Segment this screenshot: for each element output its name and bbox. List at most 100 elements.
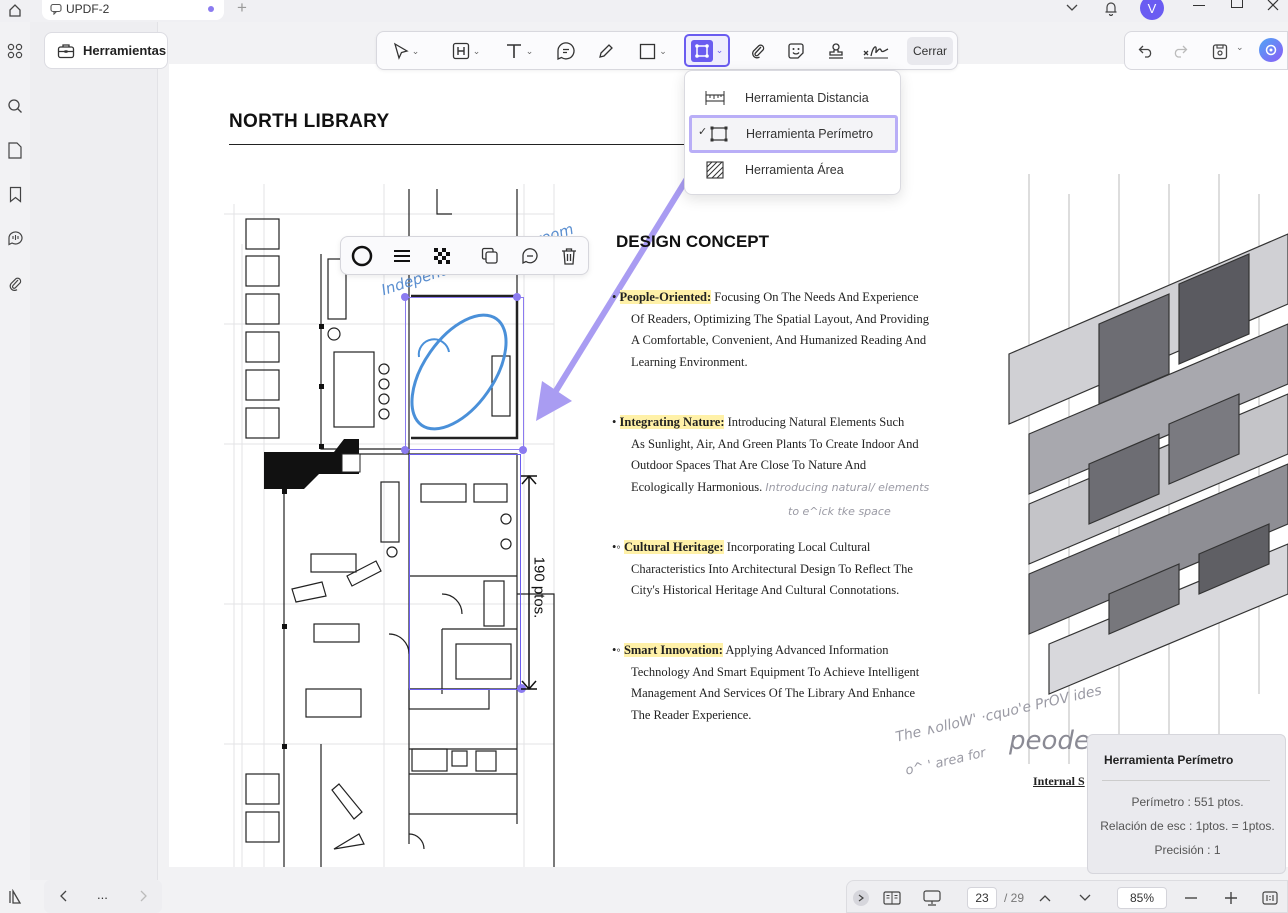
chevron-left-icon[interactable] <box>56 889 70 903</box>
chevron-right-icon[interactable] <box>137 889 151 903</box>
shape-tool[interactable]: ⌄ <box>633 40 673 62</box>
unsaved-dot <box>208 6 214 12</box>
chevron-down-icon[interactable] <box>1064 0 1080 16</box>
scale-value: Relación de esc : 1ptos. = 1ptos. <box>1100 819 1275 833</box>
text-icon <box>505 42 523 60</box>
history-toolbar: ⌄ <box>1124 31 1288 70</box>
delete-icon[interactable] <box>558 245 580 267</box>
menu-item-distance[interactable]: Herramienta Distancia <box>685 81 900 115</box>
signature-tool[interactable] <box>861 40 891 62</box>
follow-handwriting-2: o^ ' area for <box>904 745 988 779</box>
ruler-icon <box>685 90 745 106</box>
stamp-tool[interactable] <box>823 40 849 62</box>
attachment-icon[interactable] <box>4 272 26 294</box>
text-tool[interactable]: ⌄ <box>499 40 539 62</box>
page-number-input[interactable]: 23 <box>967 887 997 909</box>
document-tab[interactable]: UPDF-2 <box>42 0 224 20</box>
selection-handle[interactable] <box>513 293 521 301</box>
page-controls: 23 / 29 85% <box>846 880 1288 913</box>
menu-item-area[interactable]: Herramienta Área <box>685 153 900 187</box>
highlight-icon <box>452 42 470 60</box>
actual-size-icon[interactable] <box>1259 887 1281 909</box>
pencil-tool[interactable] <box>593 40 619 62</box>
zoom-in-icon[interactable] <box>1221 887 1241 909</box>
tools-button[interactable]: Herramientas <box>44 32 168 69</box>
chevron-down-icon: ⌄ <box>411 45 420 56</box>
signature-icon <box>863 42 889 60</box>
perimeter-shape[interactable] <box>409 454 521 690</box>
more-button[interactable]: ... <box>97 887 108 902</box>
chevron-down-icon: ⌄ <box>472 45 481 56</box>
close-tool-button[interactable]: Cerrar <box>907 37 953 65</box>
pages-icon[interactable] <box>4 139 26 161</box>
selection-handle[interactable] <box>401 446 409 454</box>
perimeter-value: Perímetro : 551 ptos. <box>1131 795 1244 809</box>
stroke-color-icon[interactable] <box>351 245 373 267</box>
comment-tool[interactable] <box>553 40 579 62</box>
measure-tool[interactable]: ⌄ <box>684 34 730 67</box>
sticker-tool[interactable] <box>783 40 809 62</box>
area-icon <box>685 161 745 179</box>
line-weight-icon[interactable] <box>391 245 413 267</box>
maximize-button[interactable] <box>1231 0 1243 8</box>
internal-label: Internal S <box>1033 774 1085 788</box>
rectangle-icon <box>639 43 656 60</box>
selection-handle[interactable] <box>401 293 409 301</box>
search-icon[interactable] <box>4 95 26 117</box>
tools-label: Herramientas <box>83 43 167 58</box>
thumbnail-nav: ... <box>44 880 162 913</box>
redo-icon[interactable] <box>1169 41 1191 61</box>
highlight-tool[interactable]: ⌄ <box>447 40 485 62</box>
list-item: •◦ Cultural Heritage: Incorporating Loca… <box>612 540 913 598</box>
save-icon[interactable] <box>1209 41 1231 61</box>
section-title: DESIGN CONCEPT <box>616 232 770 251</box>
presentation-icon[interactable] <box>921 887 943 909</box>
chevron-down-icon[interactable]: ⌄ <box>1236 42 1244 53</box>
sticker-icon <box>787 42 805 60</box>
menu-item-perimeter[interactable]: ✓ Herramienta Perímetro <box>689 115 898 153</box>
bell-icon[interactable] <box>1103 0 1119 16</box>
check-icon: ✓ <box>698 126 708 138</box>
apps-grid-icon[interactable] <box>4 40 26 62</box>
opacity-icon[interactable] <box>431 245 453 267</box>
attach-tool[interactable] <box>745 40 771 62</box>
ai-assistant-icon[interactable] <box>1259 38 1283 62</box>
page-title: NORTH LIBRARY <box>229 111 390 132</box>
duplicate-icon[interactable] <box>479 245 501 267</box>
undo-icon[interactable] <box>1135 41 1157 61</box>
stamp-icon <box>827 42 845 60</box>
selection-box[interactable] <box>405 297 524 450</box>
zoom-out-icon[interactable] <box>1181 887 1201 909</box>
collapse-icon[interactable] <box>853 890 869 906</box>
page-layout-icon[interactable] <box>881 887 903 909</box>
measurement-info-panel: Herramienta Perímetro Perímetro : 551 pt… <box>1087 734 1286 874</box>
comment-bubble-icon <box>556 41 576 61</box>
bookmark-icon[interactable] <box>4 183 26 205</box>
info-divider <box>1102 780 1270 781</box>
list-item: •◦ Smart Innovation: Applying Advanced I… <box>612 643 920 723</box>
avatar[interactable]: V <box>1140 0 1164 20</box>
home-icon[interactable] <box>5 0 25 20</box>
close-window-button[interactable] <box>1266 0 1280 12</box>
chevron-down-icon: ⌄ <box>525 45 534 56</box>
updf-logo-icon[interactable] <box>4 886 26 908</box>
people-handwriting: peode <box>1009 726 1090 756</box>
chevron-up-icon[interactable] <box>1035 887 1055 909</box>
perimeter-icon <box>690 39 713 62</box>
toolbox-icon <box>57 43 75 59</box>
annotation-mini-toolbar <box>340 236 589 275</box>
select-tool[interactable]: ⌄ <box>387 40 425 62</box>
info-title: Herramienta Perímetro <box>1104 753 1234 767</box>
page-total: / 29 <box>1003 891 1024 905</box>
list-item: • People-Oriented: Focusing On The Needs… <box>612 290 929 370</box>
selection-handle[interactable] <box>519 446 527 454</box>
annotation-toolbar: ⌄ ⌄ ⌄ ⌄ ⌄ Cerrar <box>376 31 958 70</box>
minimize-button[interactable] <box>1193 5 1205 6</box>
building-sketch <box>1008 174 1288 764</box>
new-tab-button[interactable]: + <box>237 0 247 18</box>
zoom-input[interactable]: 85% <box>1117 887 1167 909</box>
chevron-down-icon[interactable] <box>1075 887 1095 909</box>
comments-icon[interactable] <box>4 227 26 249</box>
list-item: • Integrating Nature: Introducing Natura… <box>612 415 930 495</box>
add-comment-icon[interactable] <box>519 245 541 267</box>
